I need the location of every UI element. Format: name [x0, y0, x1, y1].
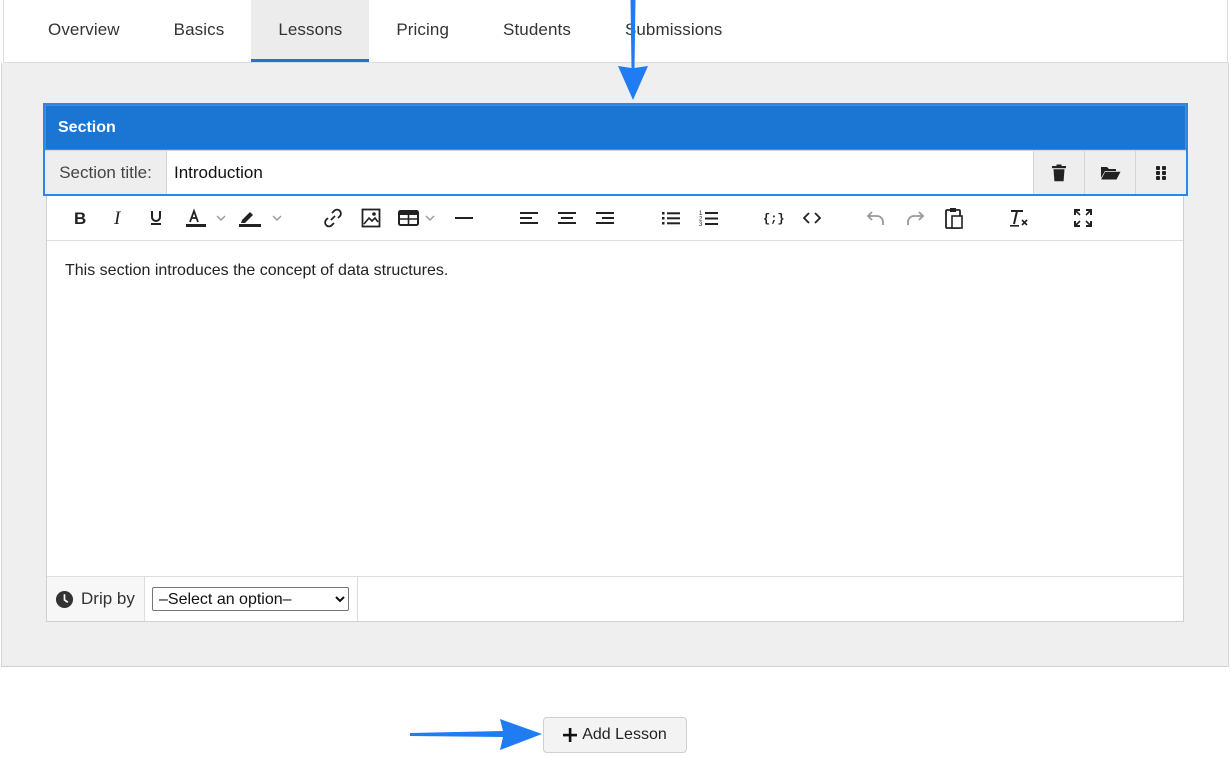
tab-students[interactable]: Students — [476, 0, 598, 62]
drip-label-cell: Drip by — [47, 577, 145, 621]
folder-open-icon — [1100, 167, 1120, 180]
redo-icon — [907, 211, 925, 225]
course-tabs: Overview Basics Lessons Pricing Students… — [3, 0, 1228, 63]
numbered-list-button[interactable]: 1 2 3 — [697, 206, 721, 230]
align-left-icon — [520, 212, 538, 224]
numbered-list-icon: 1 2 3 — [699, 211, 718, 227]
section-title-input[interactable] — [167, 151, 1033, 194]
editor-toolbar: B I 1 2 3 {;} — [47, 196, 1183, 241]
add-lesson-label: Add Lesson — [582, 726, 667, 743]
text-color-button[interactable] — [183, 206, 231, 230]
align-right-button[interactable] — [593, 206, 617, 230]
redo-button[interactable] — [903, 206, 927, 230]
undo-icon — [866, 211, 884, 225]
tab-pricing[interactable]: Pricing — [369, 0, 476, 62]
bold-icon: B — [74, 210, 86, 226]
bold-button[interactable]: B — [68, 206, 92, 230]
image-button[interactable] — [359, 206, 383, 230]
section-title-label: Section title: — [45, 151, 167, 194]
align-center-icon — [558, 212, 576, 224]
code-sample-button[interactable]: {;} — [761, 206, 785, 230]
image-icon — [361, 208, 381, 228]
tab-submissions[interactable]: Submissions — [598, 0, 749, 62]
link-button[interactable] — [321, 206, 345, 230]
align-right-icon — [596, 212, 614, 224]
tab-basics[interactable]: Basics — [147, 0, 252, 62]
undo-button[interactable] — [864, 206, 888, 230]
table-icon — [398, 210, 435, 226]
add-lesson-button[interactable]: Add Lesson — [543, 717, 687, 753]
highlight-icon — [239, 212, 282, 227]
svg-text:3: 3 — [699, 222, 703, 227]
underline-button[interactable] — [144, 206, 168, 230]
tab-overview[interactable]: Overview — [21, 0, 147, 62]
horizontal-rule-button[interactable] — [452, 206, 476, 230]
section-folder-button[interactable] — [1084, 151, 1135, 194]
plus-icon — [563, 728, 578, 742]
section-panel: Section Section title: — [43, 103, 1188, 196]
source-code-button[interactable] — [800, 206, 824, 230]
drip-label: Drip by — [81, 589, 135, 608]
paste-button[interactable] — [942, 206, 966, 230]
clock-icon — [55, 590, 74, 608]
section-header: Section — [45, 105, 1186, 150]
align-left-button[interactable] — [517, 206, 541, 230]
table-button[interactable] — [396, 206, 440, 230]
horizontal-rule-icon — [455, 217, 473, 219]
clipboard-icon — [945, 208, 963, 229]
link-icon — [324, 208, 342, 228]
drip-select-cell: –Select an option– — [145, 577, 358, 621]
delete-section-button[interactable] — [1033, 151, 1084, 194]
svg-text:B: B — [74, 210, 86, 226]
editor-footer: Drip by –Select an option– — [47, 576, 1183, 621]
clear-formatting-button[interactable] — [1007, 206, 1031, 230]
clear-formatting-icon — [1010, 210, 1028, 227]
italic-icon: I — [113, 210, 122, 226]
align-center-button[interactable] — [555, 206, 579, 230]
drag-handle-icon — [1156, 165, 1166, 180]
highlight-color-button[interactable] — [237, 206, 285, 230]
underline-icon — [151, 211, 161, 225]
italic-button[interactable]: I — [107, 206, 131, 230]
annotation-arrow-right-icon — [410, 719, 542, 750]
fullscreen-button[interactable] — [1071, 206, 1095, 230]
bullet-list-icon — [662, 212, 680, 225]
svg-text:I: I — [113, 210, 122, 226]
tab-lessons[interactable]: Lessons — [251, 0, 370, 62]
editor-content[interactable]: This section introduces the concept of d… — [65, 262, 448, 280]
svg-text:{;}: {;} — [763, 212, 784, 226]
bullet-list-button[interactable] — [659, 206, 683, 230]
drip-select[interactable]: –Select an option– — [152, 587, 349, 611]
section-title-row: Section title: — [45, 150, 1186, 194]
section-drag-button[interactable] — [1135, 151, 1186, 194]
code-sample-icon: {;} — [763, 212, 784, 226]
rich-text-editor: B I 1 2 3 {;} This section introduces th… — [46, 196, 1184, 622]
source-code-icon — [802, 212, 822, 224]
fullscreen-icon — [1074, 209, 1092, 227]
text-color-icon — [186, 208, 226, 227]
trash-icon — [1052, 164, 1066, 181]
